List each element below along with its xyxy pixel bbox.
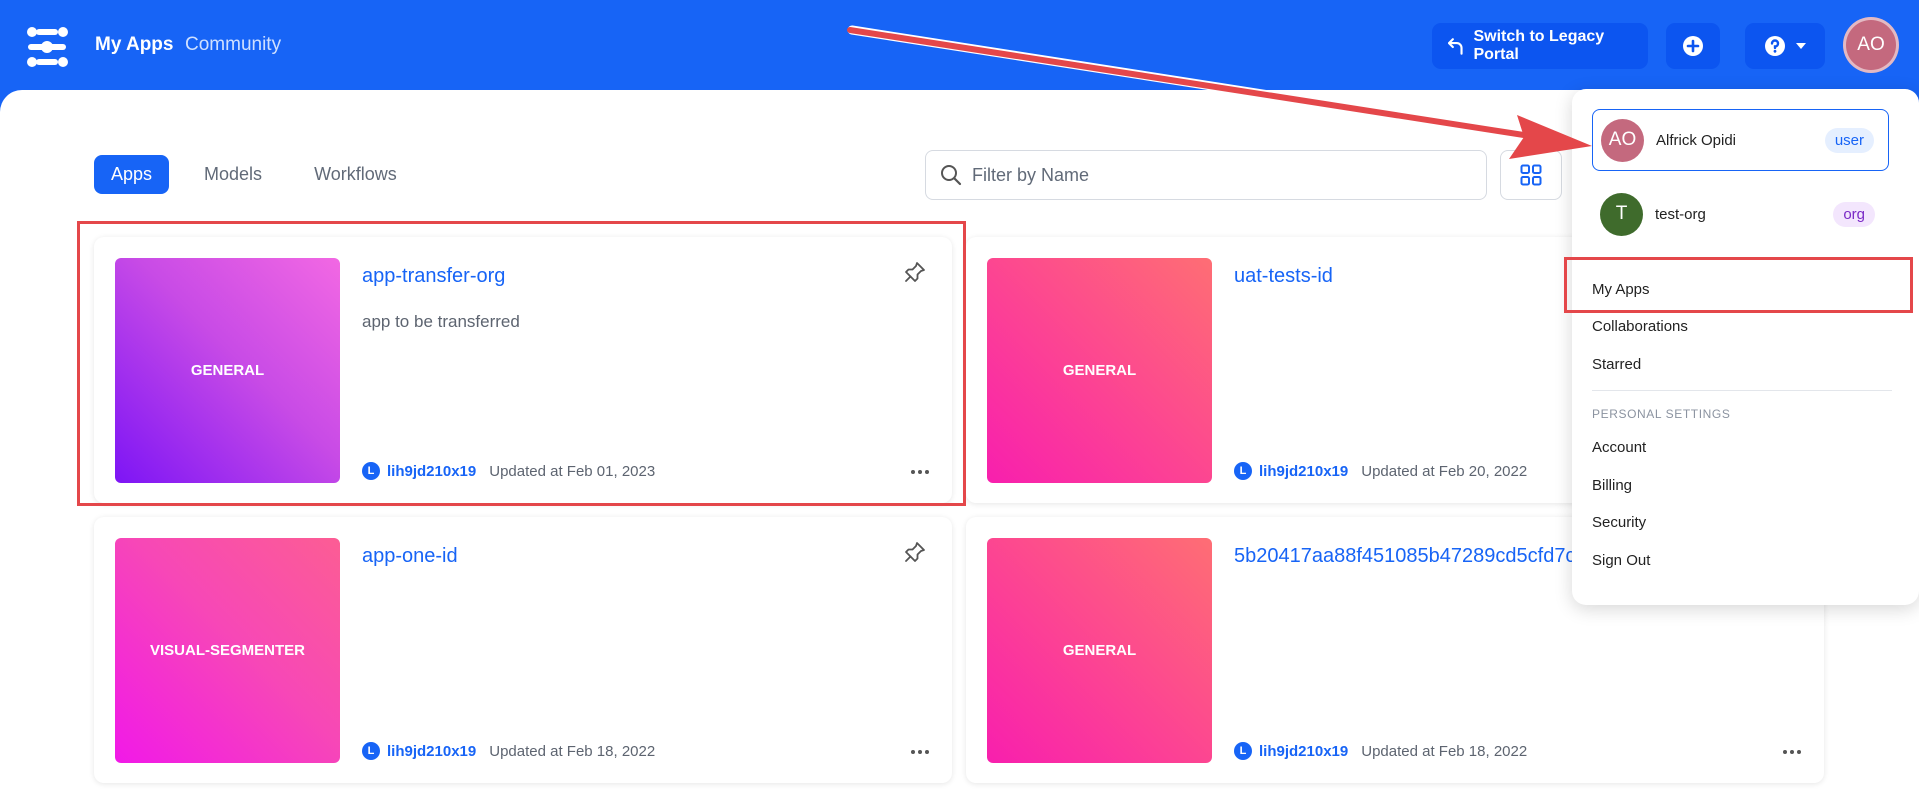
owner-link[interactable]: lih9jd210x19 <box>1259 743 1348 760</box>
app-meta: L lih9jd210x19 Updated at Feb 18, 2022 <box>362 742 655 760</box>
nav-community[interactable]: Community <box>185 34 281 56</box>
create-button[interactable] <box>1666 23 1720 69</box>
menu-item-account[interactable]: Account <box>1592 439 1646 456</box>
more-options-icon[interactable] <box>1782 749 1802 755</box>
grid-view-toggle[interactable] <box>1500 150 1562 200</box>
help-menu-button[interactable] <box>1745 23 1825 69</box>
undo-arrow-icon <box>1448 38 1463 55</box>
owner-link[interactable]: lih9jd210x19 <box>1259 463 1348 480</box>
app-title[interactable]: app-one-id <box>362 545 458 568</box>
search-icon <box>941 165 962 186</box>
account-name: Alfrick Opidi <box>1656 131 1737 149</box>
app-meta: L lih9jd210x19 Updated at Feb 20, 2022 <box>1234 462 1527 480</box>
account-avatar: AO <box>1601 118 1644 162</box>
owner-badge: L <box>362 742 380 760</box>
menu-divider <box>1592 390 1892 391</box>
menu-item-collaborations[interactable]: Collaborations <box>1592 318 1688 335</box>
switch-legacy-portal-button[interactable]: Switch to Legacy Portal <box>1432 23 1648 69</box>
updated-date: Updated at Feb 18, 2022 <box>1361 742 1528 760</box>
clarifai-logo-icon[interactable] <box>24 24 70 70</box>
updated-date: Updated at Feb 20, 2022 <box>1361 462 1528 480</box>
updated-date: Updated at Feb 18, 2022 <box>489 742 656 760</box>
app-thumbnail[interactable]: VISUAL-SEGMENTER <box>115 538 340 763</box>
switch-legacy-portal-label: Switch to Legacy Portal <box>1473 28 1605 63</box>
more-options-icon[interactable] <box>910 469 930 475</box>
app-description: app to be transferred <box>362 312 520 331</box>
app-thumbnail[interactable]: GENERAL <box>987 258 1212 483</box>
grid-view-icon <box>1520 164 1542 186</box>
more-options-icon[interactable] <box>910 749 930 755</box>
account-avatar: T <box>1600 192 1643 236</box>
app-thumbnail[interactable]: GENERAL <box>115 258 340 483</box>
updated-date: Updated at Feb 01, 2023 <box>489 462 656 480</box>
question-circle-icon <box>1765 36 1785 56</box>
tab-models[interactable]: Models <box>187 155 279 194</box>
app-title[interactable]: uat-tests-id <box>1234 265 1333 288</box>
filter-search-box <box>925 150 1487 200</box>
filter-by-name-input[interactable] <box>972 164 1452 186</box>
menu-item-security[interactable]: Security <box>1592 514 1646 531</box>
plus-circle-icon <box>1683 36 1703 56</box>
top-navigation-bar: My Apps Community Switch to Legacy Porta… <box>0 0 1919 90</box>
menu-item-billing[interactable]: Billing <box>1592 477 1632 494</box>
pin-icon[interactable] <box>904 261 926 283</box>
nav-my-apps[interactable]: My Apps <box>95 34 173 56</box>
account-dropdown-menu: AO Alfrick Opidi user T test-org org My … <box>1572 89 1919 605</box>
app-thumbnail[interactable]: GENERAL <box>987 538 1212 763</box>
account-option-user[interactable]: AO Alfrick Opidi user <box>1592 109 1889 171</box>
menu-item-my-apps[interactable]: My Apps <box>1592 281 1650 298</box>
app-meta: L lih9jd210x19 Updated at Feb 18, 2022 <box>1234 742 1527 760</box>
resource-tabs: Apps Models Workflows <box>94 155 414 194</box>
personal-settings-heading: PERSONAL SETTINGS <box>1592 407 1731 421</box>
app-title[interactable]: 5b20417aa88f451085b47289cd5cfd7c <box>1234 545 1575 568</box>
tab-apps[interactable]: Apps <box>94 155 170 194</box>
owner-badge: L <box>362 462 380 480</box>
owner-link[interactable]: lih9jd210x19 <box>387 743 476 760</box>
user-avatar-button[interactable]: AO <box>1843 17 1899 73</box>
menu-item-sign-out[interactable]: Sign Out <box>1592 552 1650 569</box>
owner-badge: L <box>1234 742 1252 760</box>
account-type-badge: org <box>1833 201 1875 227</box>
owner-link[interactable]: lih9jd210x19 <box>387 463 476 480</box>
app-card[interactable]: GENERAL app-transfer-org app to be trans… <box>94 237 952 503</box>
account-name: test-org <box>1655 205 1706 223</box>
app-title[interactable]: app-transfer-org <box>362 265 505 288</box>
tab-workflows[interactable]: Workflows <box>297 155 414 194</box>
owner-badge: L <box>1234 462 1252 480</box>
menu-item-starred[interactable]: Starred <box>1592 356 1641 373</box>
app-card[interactable]: VISUAL-SEGMENTER app-one-id L lih9jd210x… <box>94 517 952 783</box>
account-option-org[interactable]: T test-org org <box>1592 183 1889 245</box>
caret-down-icon <box>1796 43 1806 49</box>
pin-icon[interactable] <box>904 541 926 563</box>
app-meta: L lih9jd210x19 Updated at Feb 01, 2023 <box>362 462 655 480</box>
account-type-badge: user <box>1824 127 1874 153</box>
